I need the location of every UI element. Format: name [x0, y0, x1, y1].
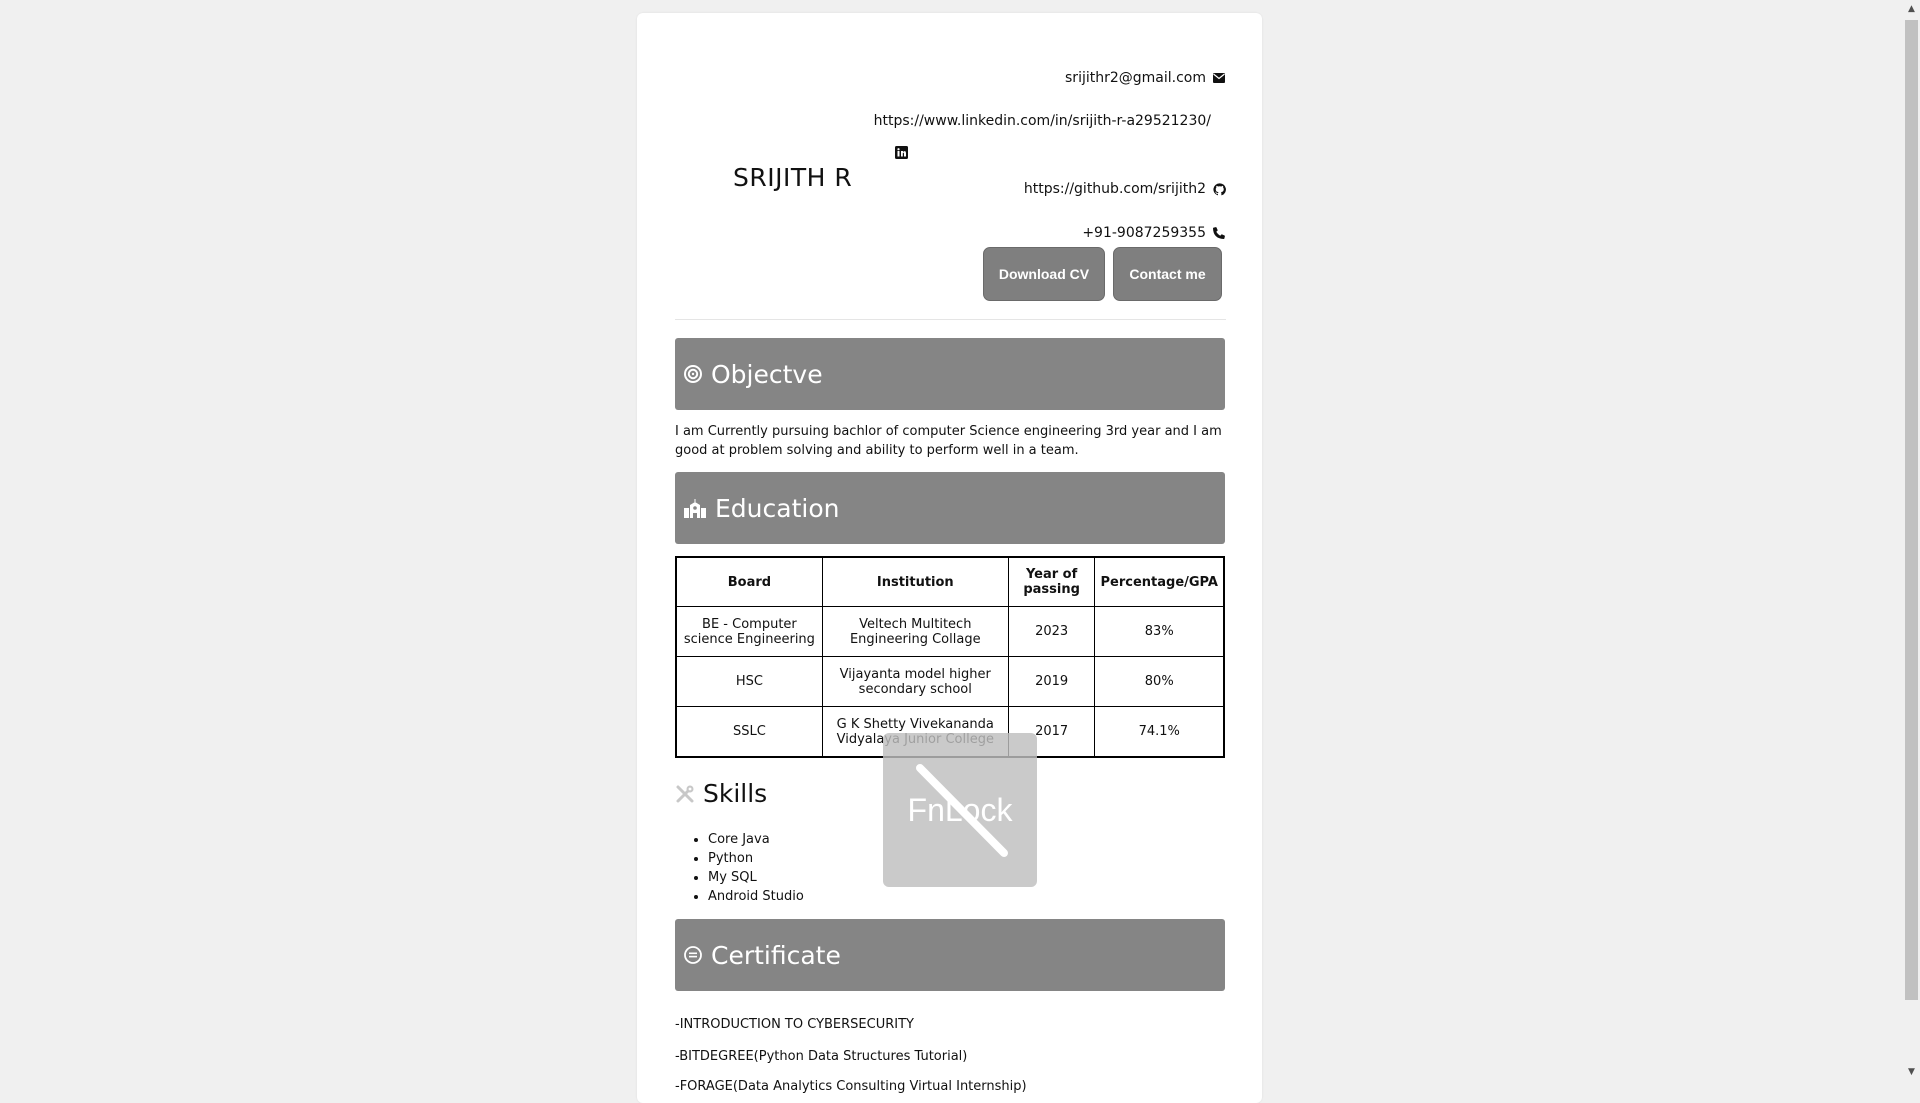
education-header: Education	[675, 472, 1225, 544]
certificate-header: Certificate	[675, 919, 1225, 991]
table-header-row: Board Institution Year of passing Percen…	[675, 556, 1225, 607]
education-table: Board Institution Year of passing Percen…	[675, 556, 1225, 758]
objective-text: I am Currently pursuing bachlor of compu…	[675, 424, 1222, 458]
list-item: Python	[708, 849, 804, 868]
envelope-icon	[1212, 71, 1226, 85]
table-cell: 2019	[1007, 656, 1096, 707]
list-item: My SQL	[708, 868, 804, 887]
table-cell: 83%	[1094, 606, 1225, 657]
linkedin-icon[interactable]	[894, 145, 908, 159]
certificate-icon	[683, 945, 703, 965]
phone-icon	[1212, 226, 1226, 240]
table-cell: Vijayanta model higher secondary school	[821, 656, 1009, 707]
objective-heading: Objectve	[711, 359, 823, 389]
column-header: Year of passing	[1007, 556, 1096, 607]
list-item: Core Java	[708, 830, 804, 849]
skills-heading: Skills	[703, 779, 768, 808]
table-cell: 80%	[1094, 656, 1225, 707]
target-icon	[683, 364, 703, 384]
skills-header: Skills	[675, 779, 767, 808]
download-cv-button[interactable]: Download CV	[983, 247, 1105, 301]
list-item: Android Studio	[708, 887, 804, 906]
scroll-thumb[interactable]	[1905, 20, 1918, 1000]
phone-text[interactable]: +91-9087259355	[1082, 225, 1206, 241]
github-icon	[1212, 182, 1226, 196]
column-header: Institution	[821, 556, 1009, 607]
scroll-up-icon[interactable]: ▲	[1903, 0, 1920, 17]
table-cell: 74.1%	[1094, 706, 1225, 758]
scroll-down-icon[interactable]: ▼	[1903, 1063, 1920, 1080]
table-cell: SSLC	[675, 706, 823, 758]
resume-card: srijithr2@gmail.com https://www.linkedin…	[637, 13, 1262, 1103]
person-name: SRIJITH R	[733, 163, 853, 192]
skills-list: Core Java Python My SQL Android Studio	[675, 830, 804, 906]
column-header: Board	[675, 556, 823, 607]
phone-contact[interactable]: +91-9087259355	[1082, 225, 1226, 241]
objective-header: Objectve	[675, 338, 1225, 410]
linkedin-contact[interactable]: https://www.linkedin.com/in/srijith-r-a2…	[874, 113, 1211, 129]
table-row: BE - Computer science Engineering Veltec…	[675, 606, 1225, 657]
tools-icon	[675, 784, 695, 804]
header-divider	[675, 319, 1226, 320]
certificate-item: -FORAGE(Data Analytics Consulting Virtua…	[675, 1079, 1027, 1094]
slash-icon	[916, 764, 1008, 857]
table-cell: Veltech Multitech Engineering Collage	[821, 606, 1009, 657]
column-header: Percentage/GPA	[1094, 556, 1225, 607]
certificate-heading: Certificate	[711, 940, 841, 970]
fnlock-overlay: FnLock	[883, 733, 1037, 887]
table-cell: HSC	[675, 656, 823, 707]
education-heading: Education	[715, 493, 840, 523]
contact-me-button[interactable]: Contact me	[1113, 247, 1222, 301]
github-text[interactable]: https://github.com/srijith2	[1024, 181, 1206, 197]
vertical-scrollbar[interactable]: ▲ ▼	[1903, 0, 1920, 1080]
linkedin-text[interactable]: https://www.linkedin.com/in/srijith-r-a2…	[874, 113, 1211, 129]
school-icon	[683, 498, 707, 518]
certificate-item: -BITDEGREE(Python Data Structures Tutori…	[675, 1049, 968, 1064]
certificate-item: -INTRODUCTION TO CYBERSECURITY	[675, 1017, 914, 1032]
email-text[interactable]: srijithr2@gmail.com	[1065, 70, 1206, 86]
email-contact[interactable]: srijithr2@gmail.com	[1065, 70, 1226, 86]
table-cell: BE - Computer science Engineering	[675, 606, 823, 657]
table-row: HSC Vijayanta model higher secondary sch…	[675, 656, 1225, 707]
github-contact[interactable]: https://github.com/srijith2	[1024, 181, 1226, 197]
table-cell: 2023	[1007, 606, 1096, 657]
